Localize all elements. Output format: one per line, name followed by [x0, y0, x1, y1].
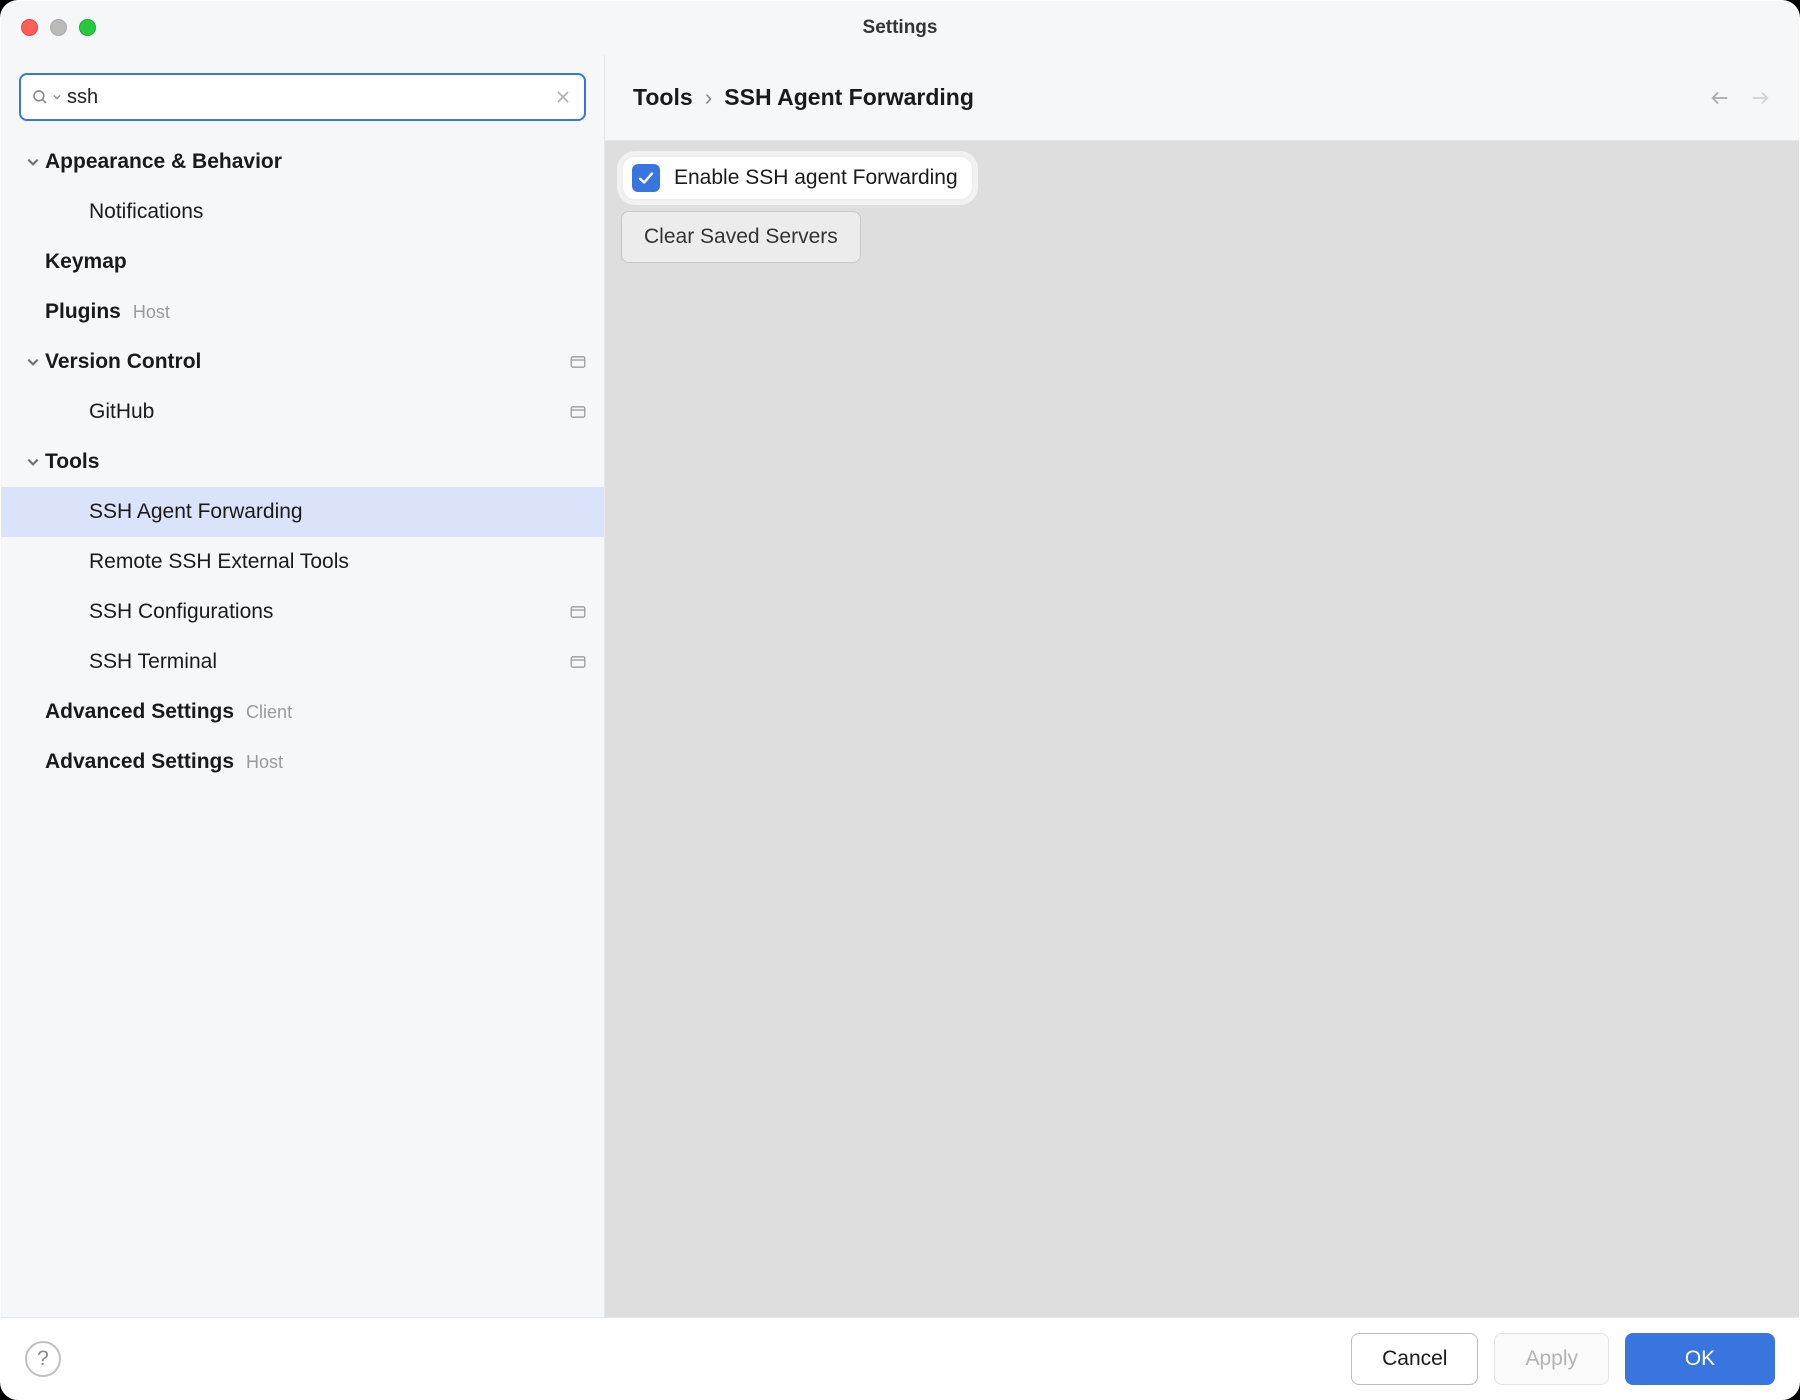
tree-item[interactable]: SSH Agent Forwarding: [1, 487, 604, 537]
breadcrumb-root[interactable]: Tools: [633, 84, 693, 111]
project-scope-icon: [570, 405, 586, 419]
tree-item[interactable]: Advanced Settings Host: [1, 737, 604, 787]
settings-tree: Appearance & Behavior Notifications Keymap…: [1, 131, 604, 787]
settings-search[interactable]: [19, 73, 586, 121]
tree-item-tag: Host: [133, 302, 170, 323]
chevron-down-icon[interactable]: [21, 455, 45, 469]
breadcrumb-separator-icon: ›: [705, 84, 713, 111]
tree-item-label: Tools: [45, 450, 99, 474]
settings-sidebar: Appearance & Behavior Notifications Keymap…: [1, 55, 605, 1317]
tree-item-label: GitHub: [89, 400, 154, 424]
check-icon: [637, 169, 655, 187]
help-button[interactable]: ?: [25, 1341, 61, 1377]
tree-item[interactable]: Appearance & Behavior: [1, 137, 604, 187]
nav-forward-button[interactable]: [1749, 87, 1771, 109]
project-scope-icon: [570, 655, 586, 669]
titlebar[interactable]: Settings: [1, 1, 1799, 55]
clear-search-button[interactable]: [552, 86, 574, 108]
enable-ssh-forwarding-label: Enable SSH agent Forwarding: [674, 166, 958, 190]
apply-button: Apply: [1494, 1333, 1609, 1385]
close-window-button[interactable]: [21, 19, 38, 36]
dialog-button-bar: ? Cancel Apply OK: [1, 1317, 1799, 1399]
chevron-down-icon[interactable]: [21, 355, 45, 369]
project-scope-icon: [570, 605, 586, 619]
tree-item[interactable]: Notifications: [1, 187, 604, 237]
nav-back-button[interactable]: [1709, 87, 1731, 109]
tree-item[interactable]: Advanced Settings Client: [1, 687, 604, 737]
cancel-button[interactable]: Cancel: [1351, 1333, 1478, 1385]
search-input[interactable]: [67, 86, 546, 109]
tree-item[interactable]: SSH Configurations: [1, 587, 604, 637]
breadcrumb: Tools › SSH Agent Forwarding: [633, 84, 974, 111]
tree-item-label: Version Control: [45, 350, 201, 374]
tree-item-label: SSH Terminal: [89, 650, 217, 674]
tree-item-label: Plugins: [45, 300, 121, 324]
tree-item[interactable]: SSH Terminal: [1, 637, 604, 687]
tree-item[interactable]: Remote SSH External Tools: [1, 537, 604, 587]
ok-button[interactable]: OK: [1625, 1333, 1775, 1385]
tree-item-label: Appearance & Behavior: [45, 150, 282, 174]
tree-item-label: SSH Agent Forwarding: [89, 500, 303, 524]
tree-item-tag: Client: [246, 702, 292, 723]
help-icon: ?: [37, 1347, 49, 1371]
breadcrumb-leaf: SSH Agent Forwarding: [724, 84, 974, 111]
tree-item-label: Remote SSH External Tools: [89, 550, 349, 574]
enable-ssh-forwarding-row[interactable]: Enable SSH agent Forwarding: [621, 155, 974, 201]
minimize-window-button[interactable]: [50, 19, 67, 36]
tree-item-tag: Host: [246, 752, 283, 773]
tree-item[interactable]: GitHub: [1, 387, 604, 437]
settings-content: Tools › SSH Agent Forwarding: [605, 55, 1799, 1317]
tree-item-label: Advanced Settings: [45, 700, 234, 724]
content-body: Enable SSH agent Forwarding Clear Saved …: [605, 141, 1799, 1317]
content-header: Tools › SSH Agent Forwarding: [605, 55, 1799, 141]
tree-item[interactable]: Version Control: [1, 337, 604, 387]
project-scope-icon: [570, 355, 586, 369]
tree-item[interactable]: Keymap: [1, 237, 604, 287]
search-options-caret-icon[interactable]: [53, 93, 61, 101]
tree-item-label: SSH Configurations: [89, 600, 273, 624]
tree-item-label: Advanced Settings: [45, 750, 234, 774]
tree-item-label: Keymap: [45, 250, 127, 274]
tree-item[interactable]: Tools: [1, 437, 604, 487]
zoom-window-button[interactable]: [79, 19, 96, 36]
chevron-down-icon[interactable]: [21, 155, 45, 169]
search-icon: [31, 88, 49, 106]
tree-item[interactable]: Plugins Host: [1, 287, 604, 337]
tree-item-label: Notifications: [89, 200, 203, 224]
settings-window: Settings: [0, 0, 1800, 1400]
window-controls: [1, 19, 96, 36]
window-title: Settings: [1, 17, 1799, 39]
clear-saved-servers-button[interactable]: Clear Saved Servers: [621, 211, 861, 263]
enable-ssh-forwarding-checkbox[interactable]: [632, 164, 660, 192]
